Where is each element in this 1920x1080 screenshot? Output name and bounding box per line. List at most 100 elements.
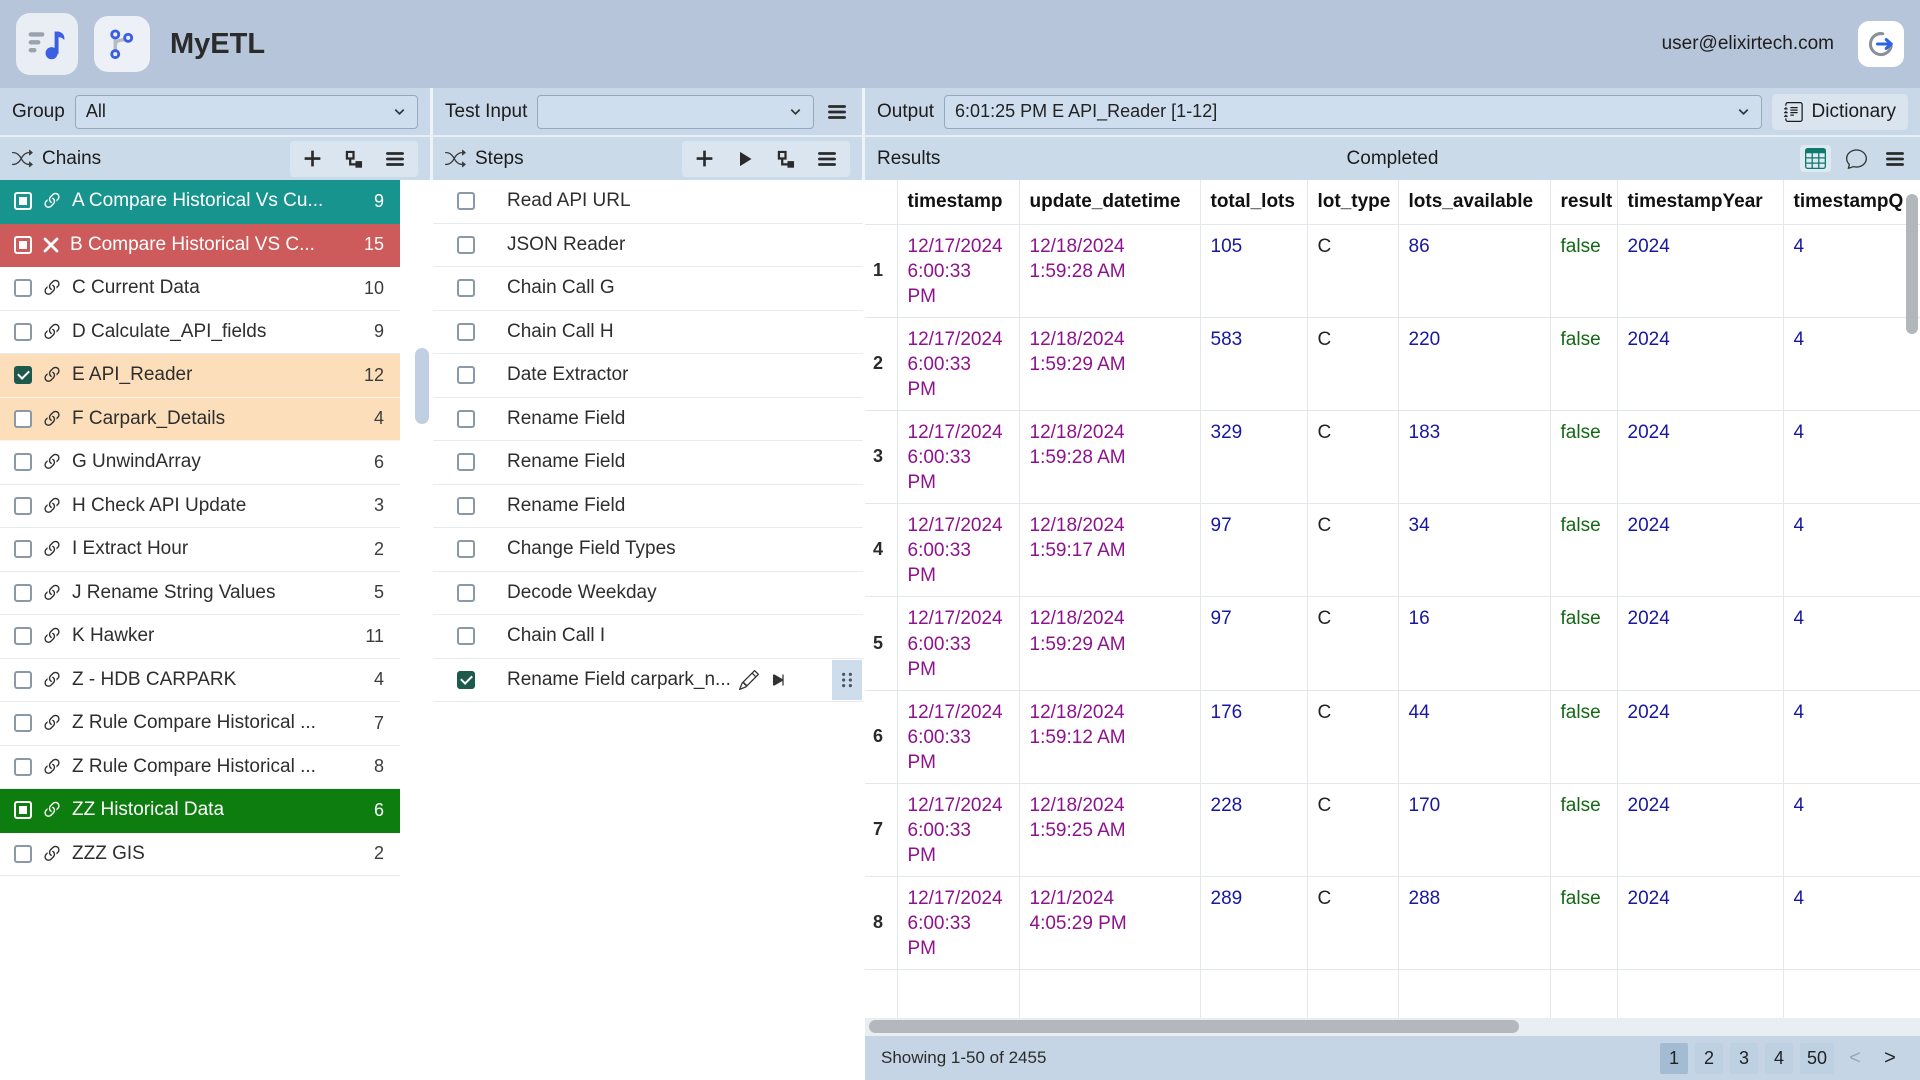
page-button-1[interactable]: 1 [1660,1043,1688,1074]
column-header[interactable]: timestampQ [1783,180,1920,224]
table-row[interactable]: 112/17/2024 6:00:33 PM12/18/2024 1:59:28… [865,224,1920,317]
chain-list-item[interactable]: B Compare Historical VS C... 15 [0,224,400,268]
test-input-menu-button[interactable] [824,99,850,125]
table-row[interactable]: 212/17/2024 6:00:33 PM12/18/2024 1:59:29… [865,317,1920,410]
chain-checkbox[interactable] [14,497,32,515]
step-checkbox[interactable] [457,410,475,428]
step-list-item[interactable]: Rename Field carpark_n... [433,659,863,703]
table-row[interactable]: 512/17/2024 6:00:33 PM12/18/2024 1:59:29… [865,597,1920,690]
page-button-3[interactable]: 3 [1730,1043,1758,1074]
column-header[interactable]: total_lots [1200,180,1307,224]
step-checkbox[interactable] [457,671,475,689]
chain-checkbox[interactable] [14,845,32,863]
step-list-item[interactable]: Change Field Types [433,528,863,572]
step-list-item[interactable]: Chain Call G [433,267,863,311]
chain-list-item[interactable]: G UnwindArray 6 [0,441,400,485]
next-page-button[interactable]: > [1876,1043,1904,1074]
table-view-button[interactable] [1800,145,1831,172]
chain-list-item[interactable]: K Hawker 11 [0,615,400,659]
branch-logo-button[interactable] [94,16,150,72]
chain-checkbox[interactable] [14,453,32,471]
chain-checkbox[interactable] [14,714,32,732]
chain-list-item[interactable]: Z - HDB CARPARK 4 [0,659,400,703]
step-checkbox[interactable] [457,192,475,210]
previous-page-button[interactable]: < [1841,1043,1869,1074]
group-select[interactable]: All [75,95,418,129]
add-chain-button[interactable] [300,146,325,171]
step-list-item[interactable]: Chain Call I [433,615,863,659]
chain-checkbox[interactable] [14,627,32,645]
chain-list-item[interactable]: J Rename String Values 5 [0,572,400,616]
step-checkbox[interactable] [457,540,475,558]
page-button-4[interactable]: 4 [1765,1043,1793,1074]
chains-scrollbar[interactable] [414,180,430,876]
table-row[interactable]: 812/17/2024 6:00:33 PM12/1/2024 4:05:29 … [865,877,1920,970]
column-header[interactable]: timestamp [897,180,1019,224]
step-list-item[interactable]: Read API URL [433,180,863,224]
chain-list-item[interactable]: E API_Reader 12 [0,354,400,398]
app-logo-button[interactable] [16,13,78,75]
chain-checkbox[interactable] [14,540,32,558]
step-list-item[interactable]: Rename Field [433,485,863,529]
column-header[interactable]: result [1550,180,1617,224]
chain-checkbox[interactable] [14,801,32,819]
step-list-item[interactable]: Chain Call H [433,311,863,355]
page-button-2[interactable]: 2 [1695,1043,1723,1074]
chain-checkbox[interactable] [14,671,32,689]
step-hierarchy-button[interactable] [773,146,798,171]
chain-list-item[interactable]: ZZZ GIS 2 [0,833,400,877]
results-horizontal-scrollbar[interactable] [865,1018,1920,1036]
results-vscrollbar-thumb[interactable] [1906,194,1918,334]
chain-checkbox[interactable] [14,366,32,384]
chain-list-item[interactable]: A Compare Historical Vs Cu... 9 [0,180,400,224]
chain-checkbox[interactable] [14,323,32,341]
chain-list-item[interactable]: C Current Data 10 [0,267,400,311]
steps-menu-button[interactable] [814,146,840,172]
results-vertical-scrollbar[interactable] [1905,182,1919,1036]
step-checkbox[interactable] [457,236,475,254]
step-list-item[interactable]: Decode Weekday [433,572,863,616]
add-step-button[interactable] [692,146,717,171]
dictionary-button[interactable]: Dictionary [1772,94,1908,130]
comments-button[interactable] [1844,146,1869,171]
run-to-step-icon[interactable] [768,670,788,690]
chain-list-item[interactable]: Z Rule Compare Historical ... 7 [0,702,400,746]
chain-list-item[interactable]: H Check API Update 3 [0,485,400,529]
run-steps-button[interactable] [733,147,757,171]
chains-menu-button[interactable] [382,146,408,172]
chain-checkbox[interactable] [14,236,32,254]
chain-checkbox[interactable] [14,584,32,602]
chain-checkbox[interactable] [14,192,32,210]
chain-list-item[interactable]: ZZ Historical Data 6 [0,789,400,833]
step-checkbox[interactable] [457,453,475,471]
column-header[interactable]: lot_type [1307,180,1398,224]
step-list-item[interactable]: Rename Field [433,398,863,442]
step-checkbox[interactable] [457,497,475,515]
step-checkbox[interactable] [457,584,475,602]
chain-list-item[interactable]: Z Rule Compare Historical ... 8 [0,746,400,790]
chains-scrollbar-thumb[interactable] [415,348,429,424]
results-menu-button[interactable] [1882,146,1908,172]
results-hscrollbar-thumb[interactable] [869,1020,1519,1033]
logout-button[interactable] [1858,21,1904,67]
step-checkbox[interactable] [457,627,475,645]
drag-handle[interactable] [832,660,862,701]
table-row[interactable]: 712/17/2024 6:00:33 PM12/18/2024 1:59:25… [865,783,1920,876]
column-header[interactable]: update_datetime [1019,180,1200,224]
step-list-item[interactable]: Date Extractor [433,354,863,398]
table-row[interactable]: 412/17/2024 6:00:33 PM12/18/2024 1:59:17… [865,504,1920,597]
chain-checkbox[interactable] [14,279,32,297]
column-header[interactable]: lots_available [1398,180,1550,224]
table-row[interactable]: 612/17/2024 6:00:33 PM12/18/2024 1:59:12… [865,690,1920,783]
page-button-50[interactable]: 50 [1800,1043,1834,1074]
chain-checkbox[interactable] [14,758,32,776]
test-input-select[interactable] [537,95,814,129]
chain-hierarchy-button[interactable] [341,146,366,171]
column-header[interactable]: timestampYear [1617,180,1783,224]
output-select[interactable]: 6:01:25 PM E API_Reader [1-12] [944,95,1761,129]
chain-list-item[interactable]: I Extract Hour 2 [0,528,400,572]
edit-step-icon[interactable] [739,670,759,690]
chain-checkbox[interactable] [14,410,32,428]
step-checkbox[interactable] [457,279,475,297]
chain-list-item[interactable]: D Calculate_API_fields 9 [0,311,400,355]
